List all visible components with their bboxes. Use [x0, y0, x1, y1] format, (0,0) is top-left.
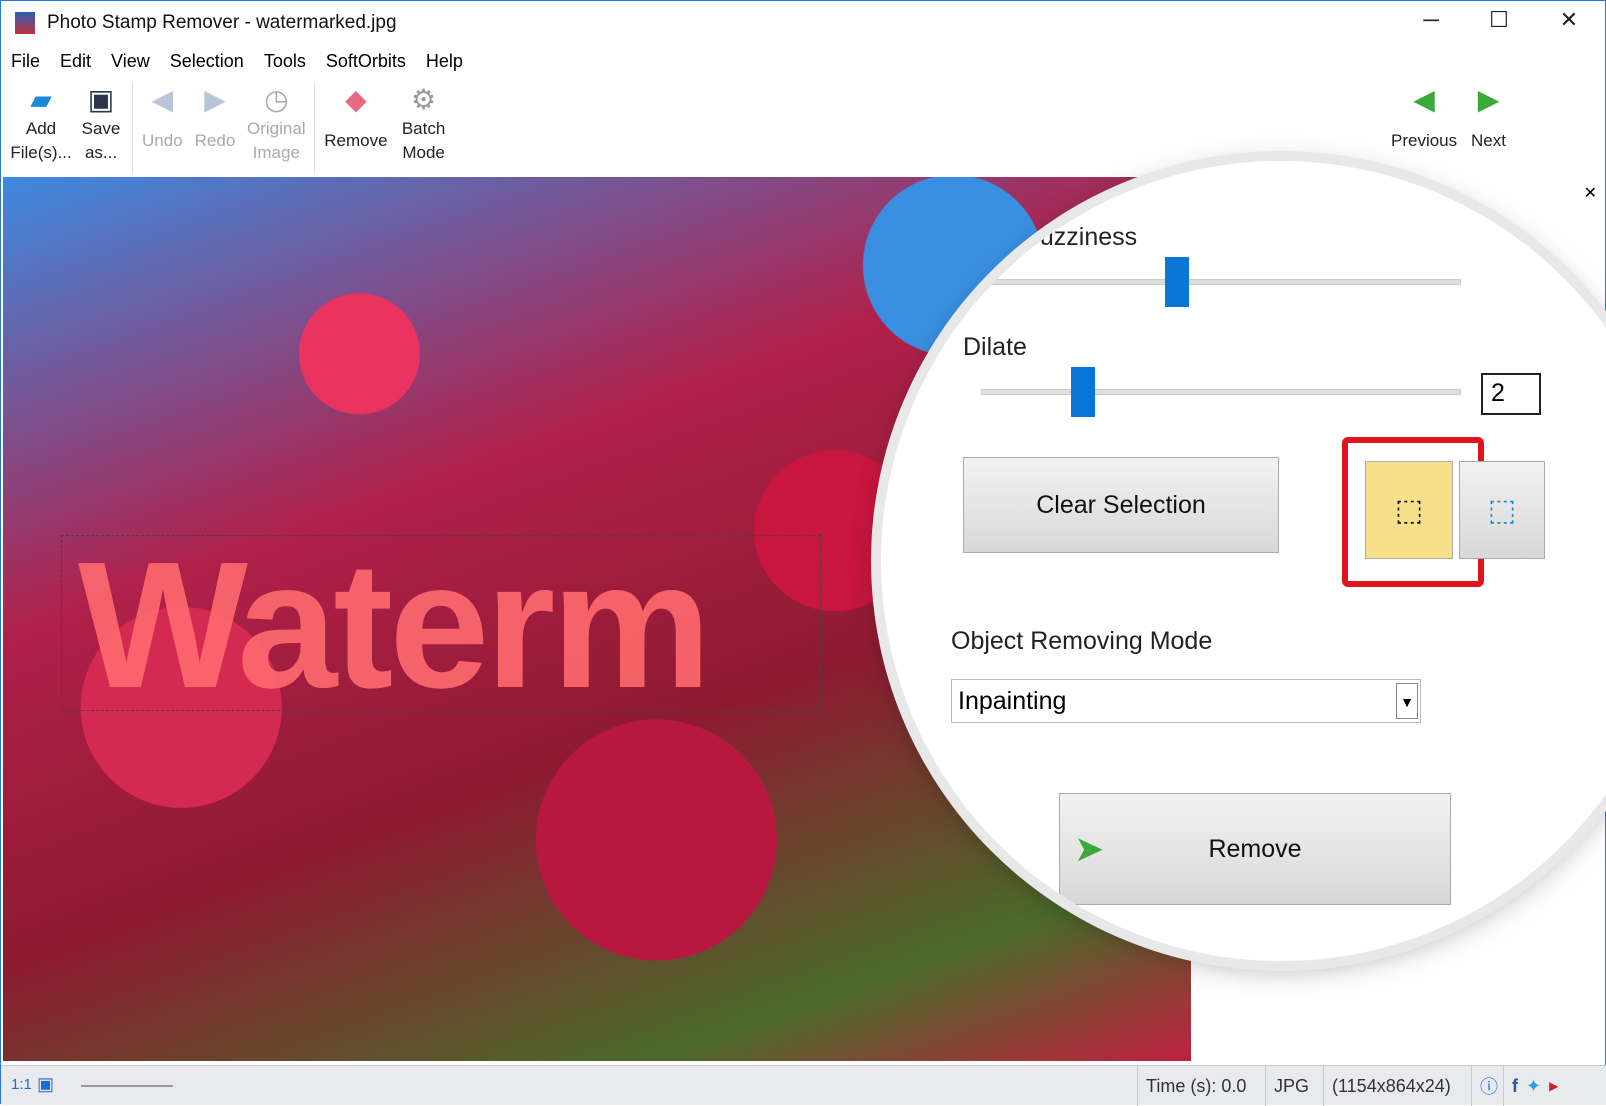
load-selection-button[interactable]: ⬚ — [1459, 461, 1545, 559]
mode-dropdown[interactable]: Inpainting ▼ — [951, 679, 1421, 723]
youtube-icon[interactable]: ▶ — [1549, 1079, 1558, 1093]
gear-icon: ⚙ — [411, 84, 437, 115]
next-button[interactable]: ▶ Next — [1465, 83, 1512, 153]
batch-mode-button[interactable]: ⚙ Batch Mode — [394, 83, 454, 173]
dilate-slider[interactable] — [981, 389, 1461, 395]
arrow-icon: ➤ — [1074, 828, 1105, 869]
arrow-right-icon: ▶ — [204, 84, 226, 115]
menu-bar: File Edit View Selection Tools SoftOrbit… — [9, 49, 465, 74]
next-arrow-icon: ▶ — [1477, 84, 1500, 115]
info-icon[interactable]: ⓘ — [1471, 1066, 1503, 1106]
menu-selection[interactable]: Selection — [168, 49, 246, 74]
format-text: JPG — [1265, 1066, 1323, 1106]
app-icon — [15, 12, 35, 34]
menu-view[interactable]: View — [109, 49, 152, 74]
zoom-1to1-button[interactable]: 1:1 — [11, 1076, 32, 1093]
load-selection-icon: ⬚ — [1487, 493, 1517, 527]
selection-rectangle[interactable] — [61, 535, 821, 711]
add-files-button[interactable]: ▰ Add File(s)... — [9, 83, 73, 173]
dilate-label: Dilate — [963, 333, 1027, 361]
arrow-left-icon: ◀ — [151, 84, 174, 115]
panel-close-button[interactable]: ✕ — [1584, 183, 1597, 203]
close-button[interactable]: ✕ — [1539, 7, 1599, 39]
color-fuzziness-label: olor Fuzziness — [976, 223, 1138, 251]
time-text: Time (s): 0.0 — [1137, 1066, 1267, 1106]
window-title: Photo Stamp Remover - watermarked.jpg — [47, 12, 397, 33]
menu-edit[interactable]: Edit — [58, 49, 93, 74]
zoom-slider[interactable] — [81, 1085, 173, 1087]
facebook-icon[interactable]: f — [1512, 1076, 1518, 1097]
previous-arrow-icon: ◀ — [1413, 84, 1435, 115]
save-selection-button[interactable]: ⬚ — [1365, 461, 1453, 559]
dimensions-text: (1154x864x24) — [1323, 1066, 1471, 1106]
folder-icon: ▰ — [30, 84, 52, 115]
previous-button[interactable]: ◀ Previous — [1385, 83, 1463, 153]
minimize-button[interactable]: ─ — [1401, 7, 1461, 39]
menu-tools[interactable]: Tools — [262, 49, 308, 74]
toolbar: ▰ Add File(s)... ▣ Save as... ◀ Undo ▶ Redo … — [9, 83, 454, 173]
status-bar: 1:1 ▣ Time (s): 0.0 JPG (1154x864x24) ⓘ … — [1, 1065, 1606, 1106]
fit-window-icon[interactable]: ▣ — [37, 1074, 54, 1095]
undo-button[interactable]: ◀ Undo — [136, 83, 189, 173]
eraser-icon: ◆ — [345, 84, 367, 115]
title-bar: Photo Stamp Remover - watermarked.jpg — [1, 1, 1606, 45]
maximize-button[interactable]: ☐ — [1469, 7, 1529, 39]
floppy-icon: ▣ — [87, 84, 115, 115]
twitter-icon[interactable]: ✦ — [1526, 1076, 1541, 1097]
redo-button[interactable]: ▶ Redo — [189, 83, 242, 173]
divider — [132, 83, 133, 173]
original-image-button[interactable]: ◷ Original Image — [241, 83, 311, 173]
menu-file[interactable]: File — [9, 49, 42, 74]
save-selection-icon: ⬚ — [1394, 493, 1424, 527]
chevron-down-icon[interactable]: ▼ — [1396, 683, 1418, 719]
remove-button[interactable]: ➤ Remove — [1059, 793, 1451, 905]
menu-softorbits[interactable]: SoftOrbits — [324, 49, 408, 74]
dilate-value-field[interactable]: 2 — [1481, 373, 1541, 415]
color-fuzziness-slider[interactable] — [981, 279, 1461, 285]
clear-selection-button[interactable]: Clear Selection — [963, 457, 1279, 553]
save-as-button[interactable]: ▣ Save as... — [73, 83, 129, 173]
color-fuzziness-thumb[interactable] — [1165, 257, 1189, 307]
divider — [314, 83, 316, 173]
clock-icon: ◷ — [264, 84, 289, 115]
menu-help[interactable]: Help — [424, 49, 465, 74]
dilate-thumb[interactable] — [1071, 367, 1095, 417]
remove-toolbar-button[interactable]: ◆ Remove — [318, 83, 393, 173]
mode-label: Object Removing Mode — [951, 627, 1213, 655]
